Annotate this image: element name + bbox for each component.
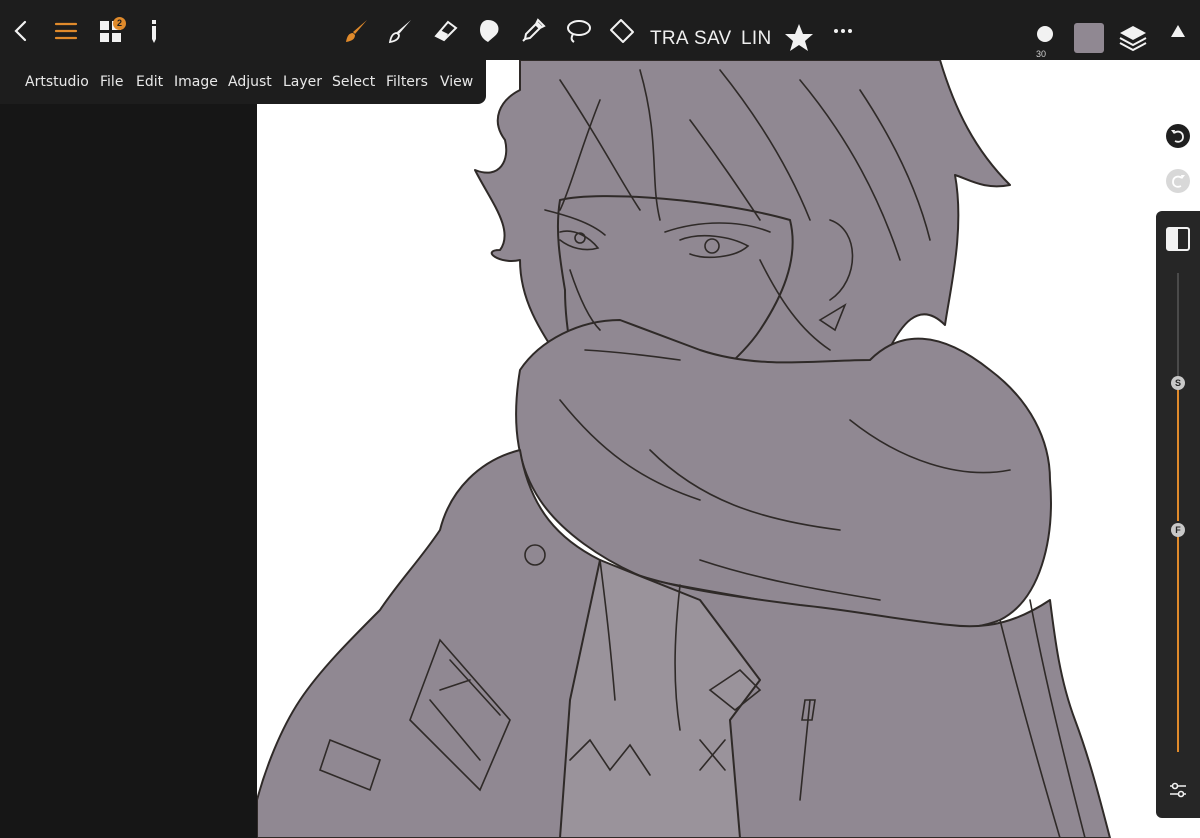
main-menu-bar: Artstudio File Edit Image Adjust Layer S… — [0, 60, 486, 104]
blur-icon[interactable] — [476, 18, 502, 44]
save-button[interactable]: SAV — [694, 28, 732, 50]
flow-slider-knob[interactable]: F — [1171, 523, 1185, 537]
eyedropper-icon[interactable] — [520, 18, 546, 44]
brush-size-value: 30 — [1036, 49, 1047, 59]
top-toolbar: 2 TRA SAV LIN 30 — [0, 0, 1200, 60]
fill-icon[interactable] — [609, 18, 635, 44]
menu-icon[interactable] — [53, 18, 79, 44]
layers-count-badge: 2 — [113, 17, 126, 30]
menu-select[interactable]: Select — [332, 74, 375, 90]
menu-artstudio[interactable]: Artstudio — [25, 74, 89, 90]
brush-size-icon[interactable] — [1032, 21, 1058, 47]
size-slider-track[interactable] — [1177, 273, 1179, 381]
more-icon[interactable] — [830, 18, 856, 44]
flow-slider-fill — [1177, 530, 1179, 752]
brush-icon[interactable] — [343, 18, 369, 44]
compare-icon[interactable] — [1165, 226, 1191, 257]
transform-button[interactable]: TRA — [650, 28, 689, 50]
artwork-sketch — [257, 59, 1111, 838]
menu-view[interactable]: View — [440, 74, 473, 90]
lasso-icon[interactable] — [565, 18, 591, 44]
favorite-icon[interactable] — [784, 23, 814, 53]
smudge-icon[interactable] — [387, 18, 413, 44]
brush-side-panel: S F — [1156, 211, 1200, 818]
pencil-icon[interactable] — [141, 18, 167, 44]
menu-filters[interactable]: Filters — [386, 74, 428, 90]
size-slider-knob[interactable]: S — [1171, 376, 1185, 390]
menu-image[interactable]: Image — [174, 74, 218, 90]
eraser-icon[interactable] — [432, 18, 458, 44]
back-icon[interactable] — [8, 18, 34, 44]
current-color-swatch[interactable] — [1074, 23, 1104, 53]
redo-button[interactable] — [1166, 169, 1190, 193]
menu-layer[interactable]: Layer — [283, 74, 322, 90]
drawing-canvas[interactable] — [257, 0, 1200, 838]
size-slider-fill — [1177, 383, 1179, 521]
menu-file[interactable]: File — [100, 74, 123, 90]
line-button[interactable]: LIN — [741, 28, 771, 50]
redo-icon — [1172, 175, 1185, 188]
menu-edit[interactable]: Edit — [136, 74, 163, 90]
undo-icon — [1171, 130, 1184, 143]
collapse-icon[interactable] — [1165, 18, 1191, 44]
layers-icon[interactable] — [1118, 23, 1148, 53]
undo-button[interactable] — [1166, 124, 1190, 148]
left-empty-panel — [0, 0, 257, 838]
menu-adjust[interactable]: Adjust — [228, 74, 272, 90]
brush-settings-icon[interactable] — [1168, 780, 1188, 805]
